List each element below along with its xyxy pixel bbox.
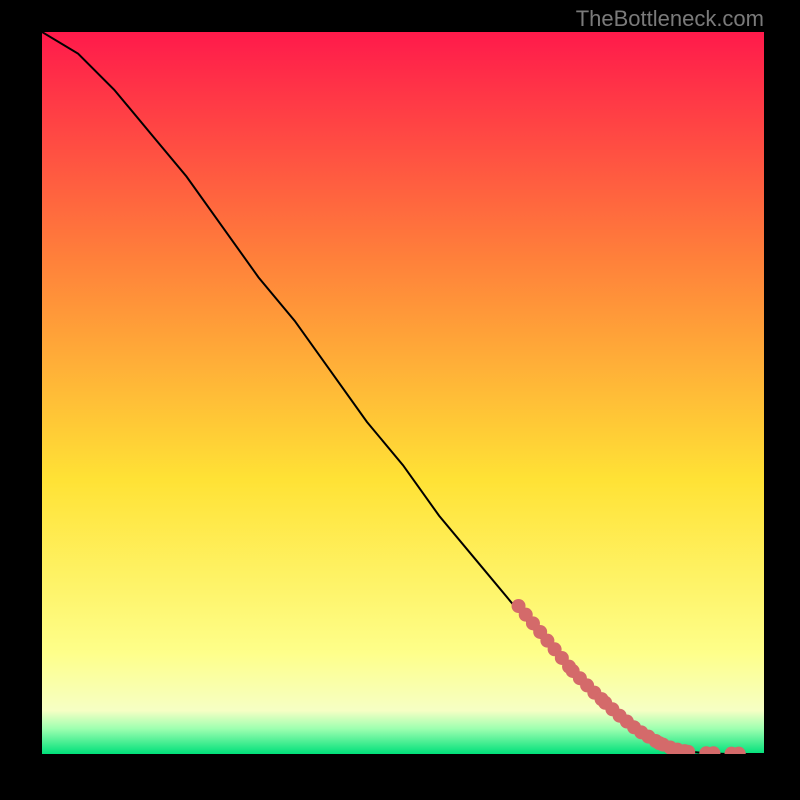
plot-area bbox=[42, 32, 764, 754]
gradient-background bbox=[42, 32, 764, 754]
watermark-text: TheBottleneck.com bbox=[576, 6, 764, 32]
chart-frame: TheBottleneck.com bbox=[0, 0, 800, 800]
chart-svg bbox=[42, 32, 764, 754]
